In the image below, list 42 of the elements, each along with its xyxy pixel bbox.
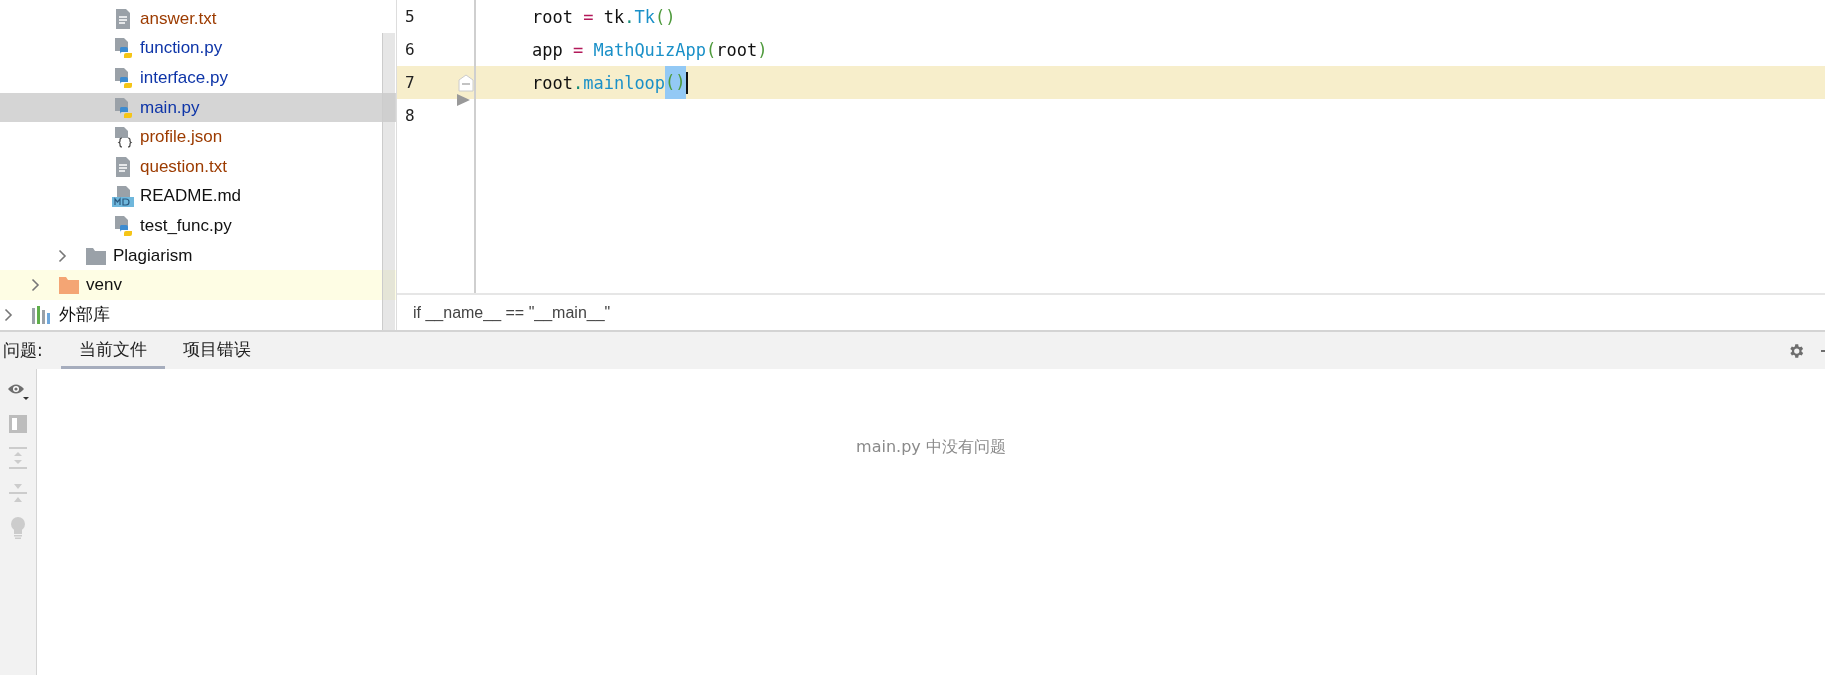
collapse-all-icon[interactable] bbox=[9, 483, 27, 503]
python-file-icon bbox=[112, 67, 134, 89]
expand-all-icon[interactable] bbox=[9, 447, 27, 469]
line-number: 6 bbox=[405, 40, 415, 59]
markdown-file-icon bbox=[112, 185, 134, 208]
tree-item[interactable]: profile.json bbox=[140, 127, 223, 148]
tree-item[interactable]: main.py bbox=[140, 97, 200, 118]
line-number: 5 bbox=[405, 7, 415, 26]
code-line: root = tk.Tk() bbox=[532, 6, 676, 27]
play-icon[interactable] bbox=[457, 94, 470, 106]
chevron-icon[interactable] bbox=[4, 307, 13, 322]
tree-item[interactable]: answer.txt bbox=[140, 8, 217, 29]
lightbulb-icon[interactable] bbox=[10, 517, 26, 539]
panel-tab[interactable]: 当前文件 bbox=[60, 332, 165, 369]
line-number: 8 bbox=[405, 106, 415, 125]
chevron-icon[interactable] bbox=[58, 248, 67, 263]
python-file-icon bbox=[112, 214, 134, 237]
panel-title: 问题: bbox=[2, 339, 43, 362]
tree-item[interactable]: README.md bbox=[140, 186, 242, 207]
code-line: root.mainloop() bbox=[532, 66, 688, 99]
python-file-icon bbox=[112, 96, 134, 119]
library-icon bbox=[31, 304, 53, 325]
tree-item[interactable]: test_func.py bbox=[140, 215, 232, 236]
code-line: app = MathQuizApp(root) bbox=[532, 39, 768, 60]
panel-tab[interactable]: 项目错误 bbox=[164, 332, 269, 369]
tree-item[interactable]: 外部库 bbox=[59, 303, 110, 327]
tree-item[interactable]: function.py bbox=[140, 38, 223, 59]
panel-icon[interactable] bbox=[9, 415, 27, 433]
empty-message: main.py 中没有问题 bbox=[856, 436, 1006, 458]
chevron-icon[interactable] bbox=[31, 278, 40, 293]
json-file-icon bbox=[112, 126, 134, 149]
folder-icon bbox=[58, 275, 80, 296]
line-number: 7 bbox=[405, 73, 415, 92]
tree-item[interactable]: question.txt bbox=[140, 156, 227, 177]
scrollbar[interactable] bbox=[382, 33, 395, 330]
tree-item[interactable]: interface.py bbox=[140, 68, 228, 88]
tree-item[interactable]: venv bbox=[86, 275, 122, 296]
folder-icon bbox=[85, 245, 107, 266]
python-file-icon bbox=[112, 37, 134, 60]
tree-item[interactable]: Plagiarism bbox=[113, 245, 193, 266]
breadcrumb[interactable]: if __name__ == "__main__" bbox=[413, 303, 611, 322]
fold-icon[interactable] bbox=[458, 74, 474, 92]
